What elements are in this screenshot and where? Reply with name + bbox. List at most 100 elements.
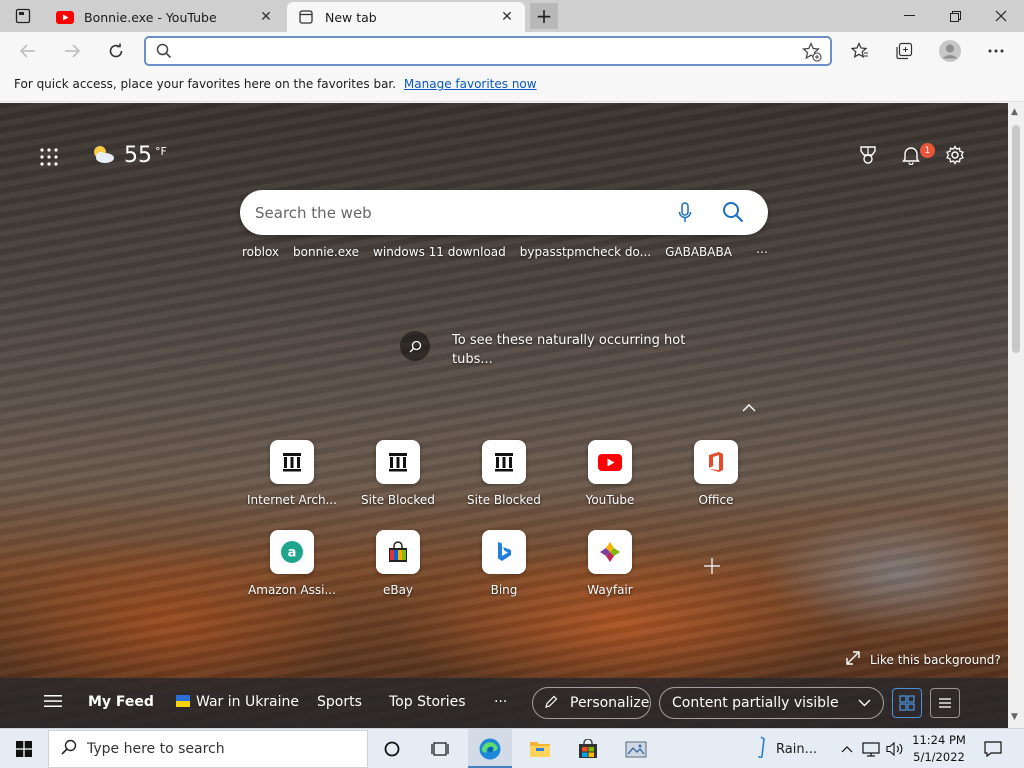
feed-more-icon[interactable]: ··· [494,694,507,710]
refresh-button[interactable] [100,36,132,66]
web-search-input[interactable] [255,202,655,224]
background-caption-text: To see these naturally occurring hot tub… [452,333,686,367]
quick-link-label: YouTube [585,493,635,507]
quick-link-ebay[interactable]: eBay [348,530,448,597]
search-icon [156,43,172,62]
umbrella-icon [756,736,766,762]
web-search-box[interactable] [240,190,768,235]
content-visibility-dropdown[interactable]: Content partially visible [659,687,884,719]
weather-widget[interactable]: 55 °F [90,143,167,168]
tab-actions-icon[interactable] [8,4,38,28]
taskbar-edge-button[interactable] [468,729,512,768]
clock-date: 5/1/2022 [913,750,965,764]
expand-icon [846,651,860,668]
close-tab-icon[interactable]: ✕ [499,9,515,25]
trending-item[interactable]: bonnie.exe [293,245,359,259]
grid-view-button[interactable] [892,688,922,718]
add-favorite-icon[interactable] [802,42,822,65]
settings-more-icon[interactable] [980,36,1012,66]
action-center-icon[interactable] [978,729,1008,768]
cortana-icon[interactable] [374,729,410,768]
archive-icon [270,440,314,484]
close-tab-icon[interactable]: ✕ [258,9,274,25]
windows-start-icon[interactable] [6,729,42,768]
search-icon [61,739,77,759]
hamburger-menu-icon[interactable] [44,694,62,711]
trending-item[interactable]: roblox [242,245,279,259]
back-button[interactable] [12,36,44,66]
favorites-icon[interactable] [844,36,876,66]
profile-avatar[interactable] [934,36,966,66]
scroll-down-icon[interactable]: ▼ [1011,712,1018,722]
background-caption[interactable]: To see these naturally occurring hot tub… [400,331,692,369]
microsoft-store-icon[interactable] [566,729,610,768]
address-bar[interactable] [144,36,832,66]
archive-icon [376,440,420,484]
like-background-link[interactable]: Like this background? [846,651,1001,668]
weather-temperature: 55 [124,143,152,168]
personalize-button[interactable]: Personalize [532,687,651,719]
trending-item[interactable]: windows 11 download [373,245,506,259]
title-bar: Bonnie.exe - YouTube ✕ New tab ✕ + [0,0,1024,32]
trending-item[interactable]: GABABABA [665,245,732,259]
forward-button[interactable] [56,36,88,66]
newtab-icon [297,10,315,24]
volume-icon[interactable] [884,729,906,768]
scrollbar-thumb[interactable] [1012,125,1020,353]
feed-item-label: War in Ukraine [196,694,300,710]
browser-toolbar [0,32,1024,70]
quick-link-site-blocked[interactable]: Site Blocked [454,440,554,507]
scroll-up-icon[interactable]: ▲ [1011,107,1018,117]
close-window-button[interactable] [978,0,1024,32]
trending-item[interactable]: bypasstpmcheck do... [520,245,651,259]
quick-link-bing[interactable]: Bing [454,530,554,597]
minimize-button[interactable] [886,0,932,32]
quick-link-wayfair[interactable]: Wayfair [560,530,660,597]
taskbar-search-box[interactable]: Type here to search [48,730,368,768]
chevron-up-icon[interactable] [742,401,756,415]
feed-item-war-in-ukraine[interactable]: War in Ukraine [176,694,299,710]
like-background-label: Like this background? [870,652,1001,667]
app-launcher-icon[interactable] [40,148,58,169]
file-explorer-icon[interactable] [518,729,562,768]
my-feed-tab[interactable]: My Feed [88,694,154,710]
task-view-icon[interactable] [422,729,458,768]
quick-link-label: Amazon Assi... [248,583,336,597]
quick-link-label: Bing [490,583,518,597]
taskbar-clock[interactable]: 11:24 PM 5/1/2022 [906,732,972,766]
notification-badge: 1 [920,143,935,158]
manage-favorites-link[interactable]: Manage favorites now [404,77,537,91]
quick-link-label: eBay [382,583,414,597]
trending-more-icon[interactable]: ⋯ [756,245,768,259]
search-icon[interactable] [722,201,744,226]
quick-link-internet-archive[interactable]: Internet Arch... [242,440,342,507]
clock-time: 11:24 PM [912,733,966,747]
quick-link-office[interactable]: Office [666,440,766,507]
new-tab-button[interactable]: + [530,3,558,29]
list-view-button[interactable] [930,688,960,718]
personalize-label: Personalize [570,695,650,711]
tab-new-tab[interactable]: New tab ✕ [287,2,525,32]
taskbar-weather[interactable]: Rain... [756,729,828,768]
rewards-icon[interactable] [858,145,878,168]
restore-button[interactable] [932,0,978,32]
notifications-bell-icon[interactable] [901,145,921,168]
microphone-icon[interactable] [678,202,692,227]
show-hidden-icons-chevron-up-icon[interactable] [838,729,856,768]
page-scrollbar[interactable]: ▲ ▼ [1008,103,1024,728]
page-settings-gear-icon[interactable] [945,145,965,168]
network-icon[interactable] [860,729,882,768]
quick-link-amazon-assistant[interactable]: a Amazon Assi... [242,530,342,597]
feed-item-top-stories[interactable]: Top Stories [389,694,466,710]
add-quick-link-button[interactable] [703,556,721,581]
feed-item-sports[interactable]: Sports [317,694,362,710]
youtube-icon [56,10,74,24]
quick-link-site-blocked[interactable]: Site Blocked [348,440,448,507]
tab-youtube[interactable]: Bonnie.exe - YouTube ✕ [46,2,284,32]
photos-app-icon[interactable] [614,729,658,768]
quick-link-label: Office [698,493,734,507]
collections-icon[interactable] [888,36,920,66]
tab-label: Bonnie.exe - YouTube [84,9,217,25]
address-input[interactable] [182,41,782,61]
quick-link-youtube[interactable]: YouTube [560,440,660,507]
